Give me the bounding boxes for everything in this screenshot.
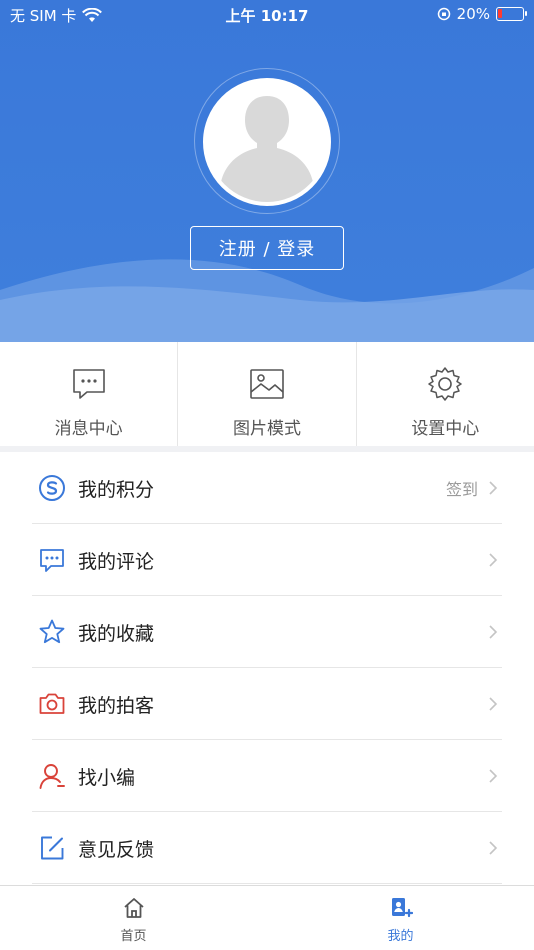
chevron-right-icon xyxy=(489,625,498,639)
tab-mine[interactable]: 我的 xyxy=(267,886,534,950)
menu-item-comments[interactable]: 我的评论 xyxy=(0,524,534,596)
menu-item-label: 我的评论 xyxy=(78,550,155,573)
quick-action-image-mode[interactable]: 图片模式 xyxy=(178,342,357,446)
battery-icon xyxy=(496,7,527,21)
profile-header: 无 SIM 卡 上午 10:17 20% 注册 / 登录 xyxy=(0,0,534,342)
profile-menu: 我的积分 签到 我的评论 我的收藏 我的拍客 找小编 意见反馈 xyxy=(0,452,534,884)
status-bar: 无 SIM 卡 上午 10:17 20% xyxy=(0,0,534,30)
menu-item-label: 找小编 xyxy=(78,766,136,789)
menu-item-label: 意见反馈 xyxy=(78,838,155,861)
points-s-icon xyxy=(39,475,65,501)
menu-item-label: 我的积分 xyxy=(78,478,155,501)
person-icon xyxy=(39,764,65,789)
star-icon xyxy=(39,619,65,644)
menu-item-favorites[interactable]: 我的收藏 xyxy=(0,596,534,668)
default-avatar-icon xyxy=(207,82,327,202)
menu-item-points[interactable]: 我的积分 签到 xyxy=(0,452,534,524)
checkin-hint[interactable]: 签到 xyxy=(446,476,478,500)
menu-item-paike[interactable]: 我的拍客 xyxy=(0,668,534,740)
menu-item-label: 我的收藏 xyxy=(78,622,155,645)
avatar[interactable] xyxy=(203,78,331,206)
comment-icon xyxy=(40,549,64,572)
quick-action-messages[interactable]: 消息中心 xyxy=(0,342,179,446)
edit-icon xyxy=(41,836,64,860)
tab-label: 首页 xyxy=(120,929,147,944)
chevron-right-icon xyxy=(489,481,498,495)
chevron-right-icon xyxy=(489,841,498,855)
profile-badge-icon xyxy=(391,898,413,918)
gear-icon xyxy=(428,367,463,401)
tab-home[interactable]: 首页 xyxy=(0,886,267,950)
login-register-button[interactable]: 注册 / 登录 xyxy=(190,226,344,270)
chevron-right-icon xyxy=(489,769,498,783)
chevron-right-icon xyxy=(489,553,498,567)
menu-item-feedback[interactable]: 意见反馈 xyxy=(0,812,534,884)
chevron-right-icon xyxy=(489,697,498,711)
quick-action-settings[interactable]: 设置中心 xyxy=(357,342,534,446)
camera-icon xyxy=(39,693,65,714)
tab-label: 我的 xyxy=(387,929,414,944)
tab-bar: 首页 我的 xyxy=(0,885,534,950)
image-icon xyxy=(250,369,284,399)
quick-action-label: 设置中心 xyxy=(411,419,480,439)
home-icon xyxy=(123,898,144,918)
battery-percent: 20% xyxy=(456,5,490,23)
chat-bubble-icon xyxy=(72,369,105,399)
menu-item-label: 我的拍客 xyxy=(78,694,155,717)
quick-actions: 消息中心 图片模式 设置中心 xyxy=(0,342,534,446)
orientation-lock-icon xyxy=(437,7,450,21)
quick-action-label: 图片模式 xyxy=(232,419,301,439)
quick-action-label: 消息中心 xyxy=(54,419,123,439)
menu-item-find-editor[interactable]: 找小编 xyxy=(0,740,534,812)
